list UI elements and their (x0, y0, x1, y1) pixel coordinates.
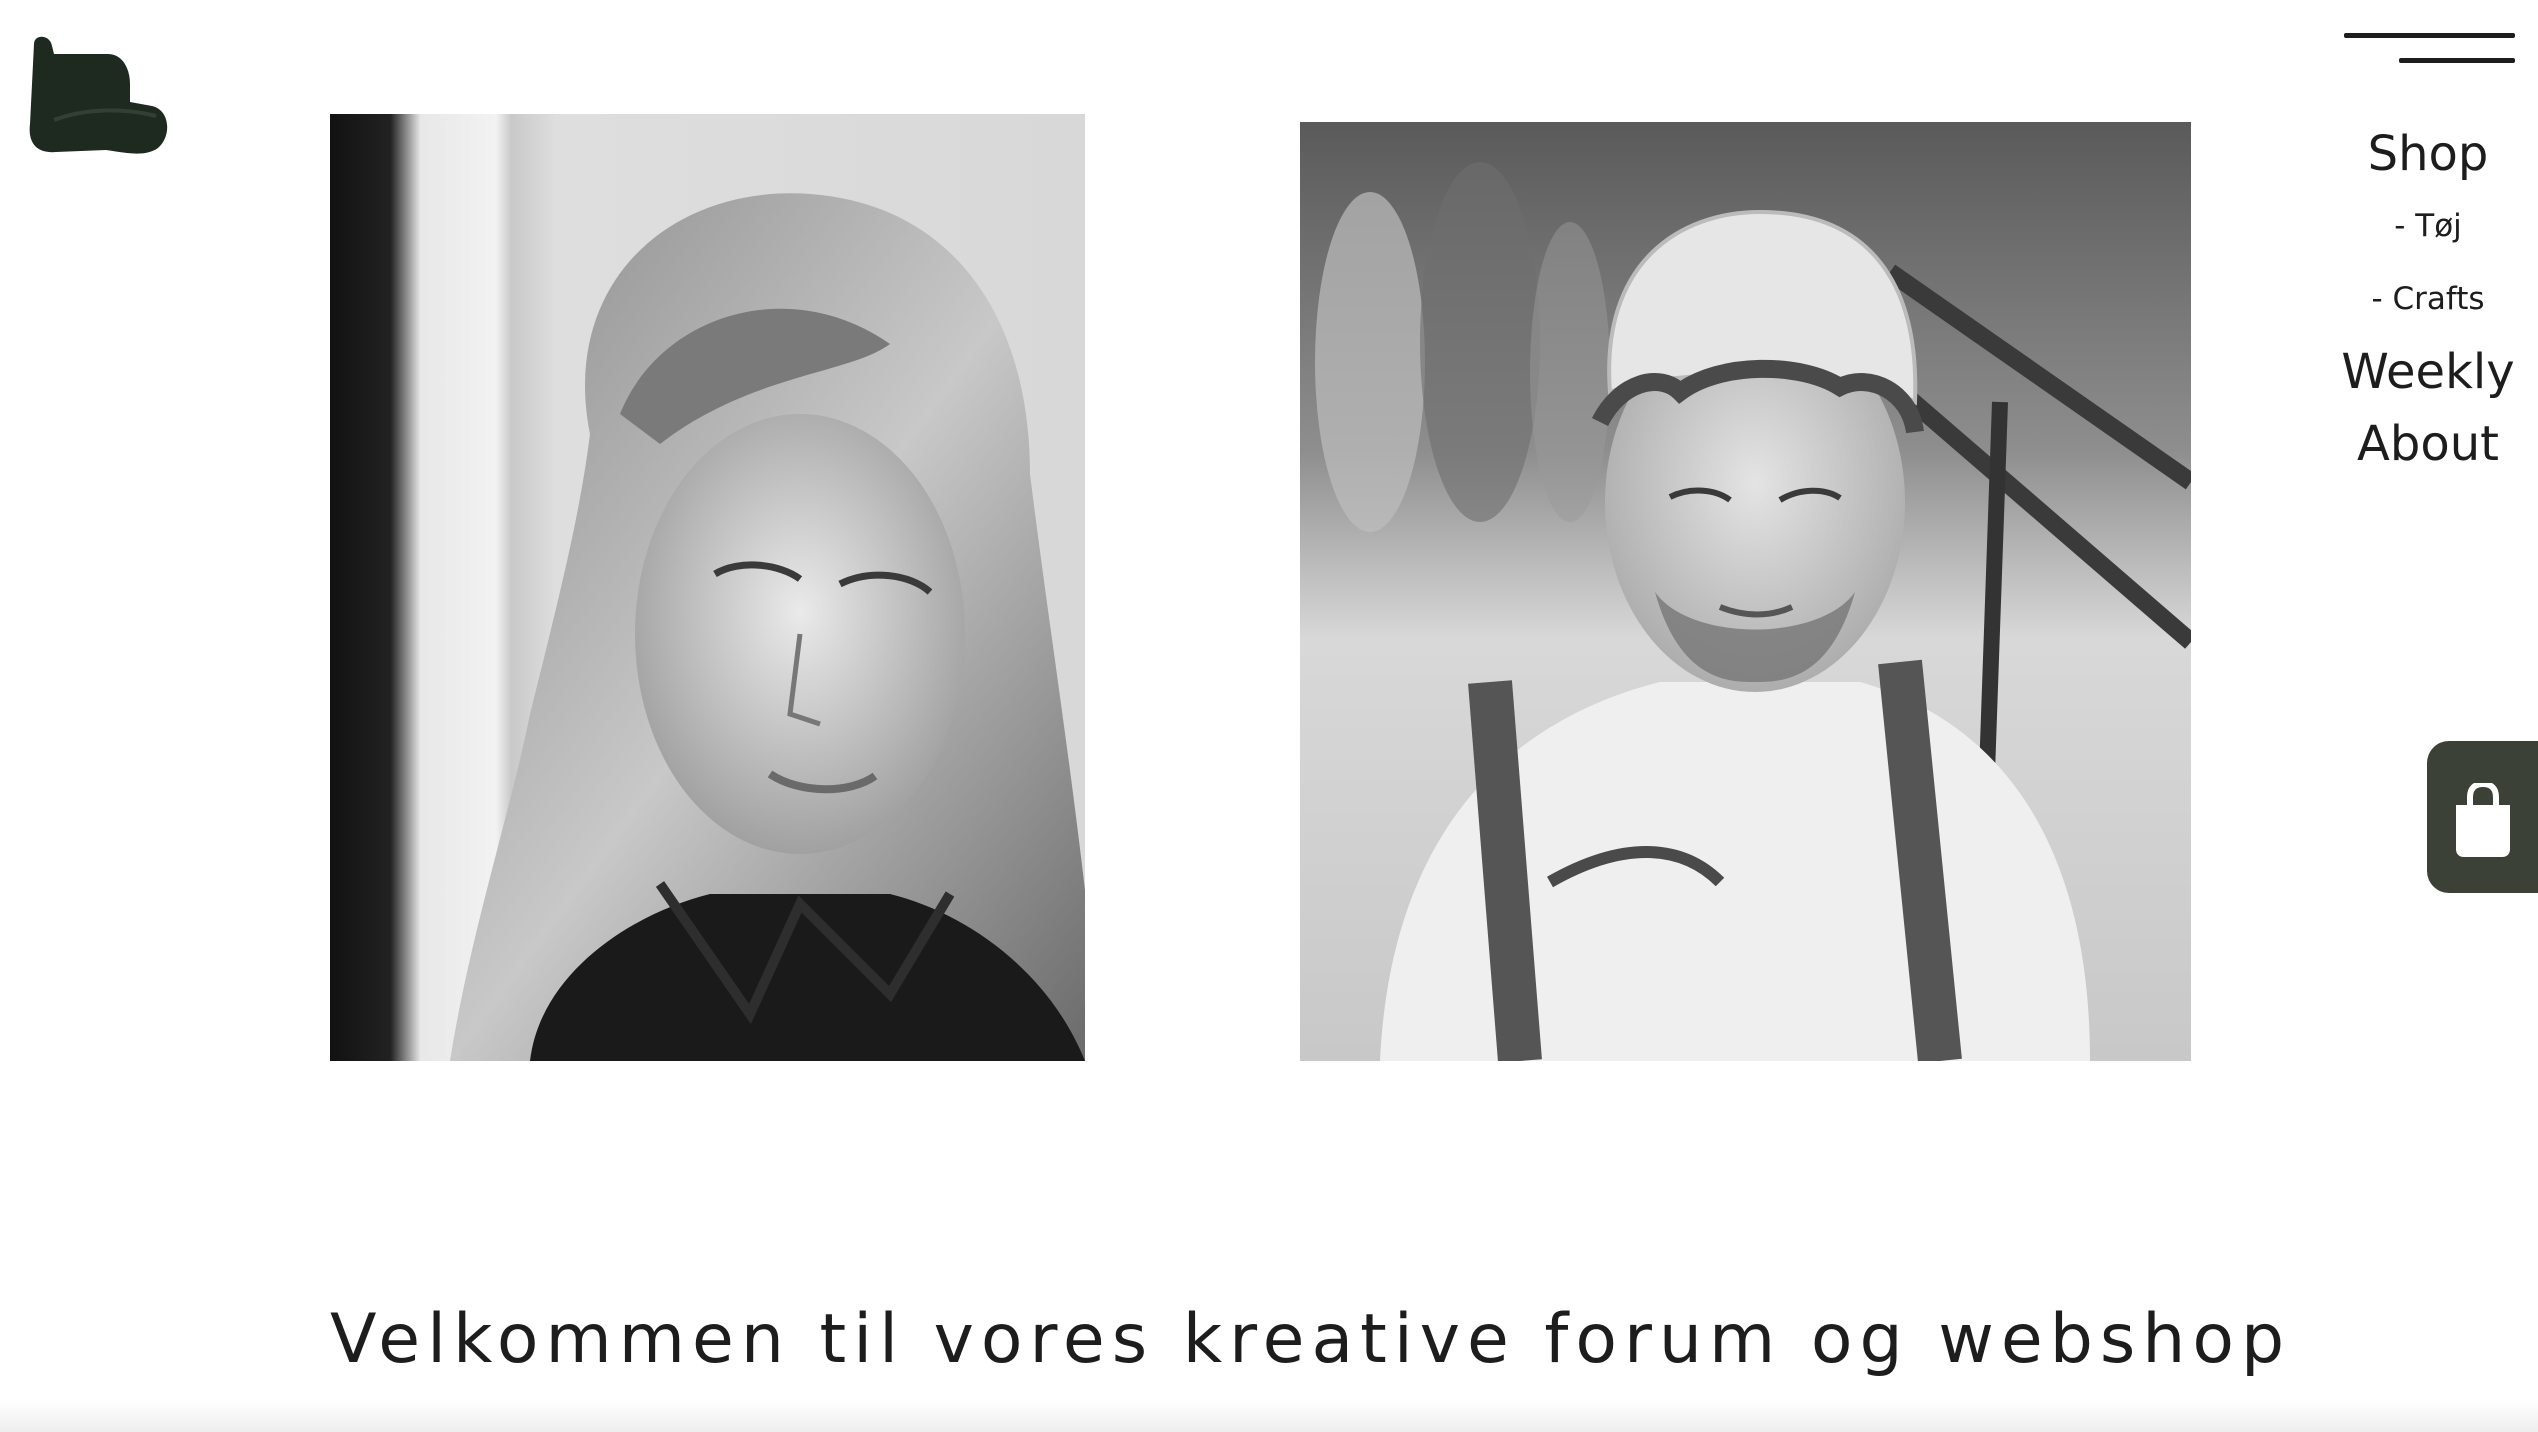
boot-logo-icon (29, 36, 168, 154)
hero-photo-left (330, 114, 1085, 1061)
hero-photo-right (1300, 122, 2191, 1061)
nav-toj[interactable]: - Tøj (2310, 190, 2538, 263)
hamburger-menu-line (2399, 58, 2515, 63)
nav-shop[interactable]: Shop (2310, 118, 2538, 190)
welcome-heading: Velkommen til vores kreative forum og we… (330, 1300, 2292, 1379)
logo[interactable] (26, 32, 170, 156)
shopping-bag-icon (2456, 783, 2510, 857)
portrait-man-cap-photo (1300, 122, 2191, 1061)
hamburger-menu-icon (2344, 33, 2515, 38)
bottom-edge (0, 1400, 2538, 1432)
nav-crafts[interactable]: - Crafts (2310, 263, 2538, 336)
nav-about[interactable]: About (2310, 408, 2538, 480)
main-nav: Shop - Tøj - Crafts Weekly About (2310, 118, 2538, 480)
nav-weekly[interactable]: Weekly (2310, 336, 2538, 408)
menu-toggle-button[interactable] (2338, 28, 2518, 72)
portrait-woman-photo (330, 114, 1085, 1061)
cart-button[interactable] (2427, 741, 2538, 893)
